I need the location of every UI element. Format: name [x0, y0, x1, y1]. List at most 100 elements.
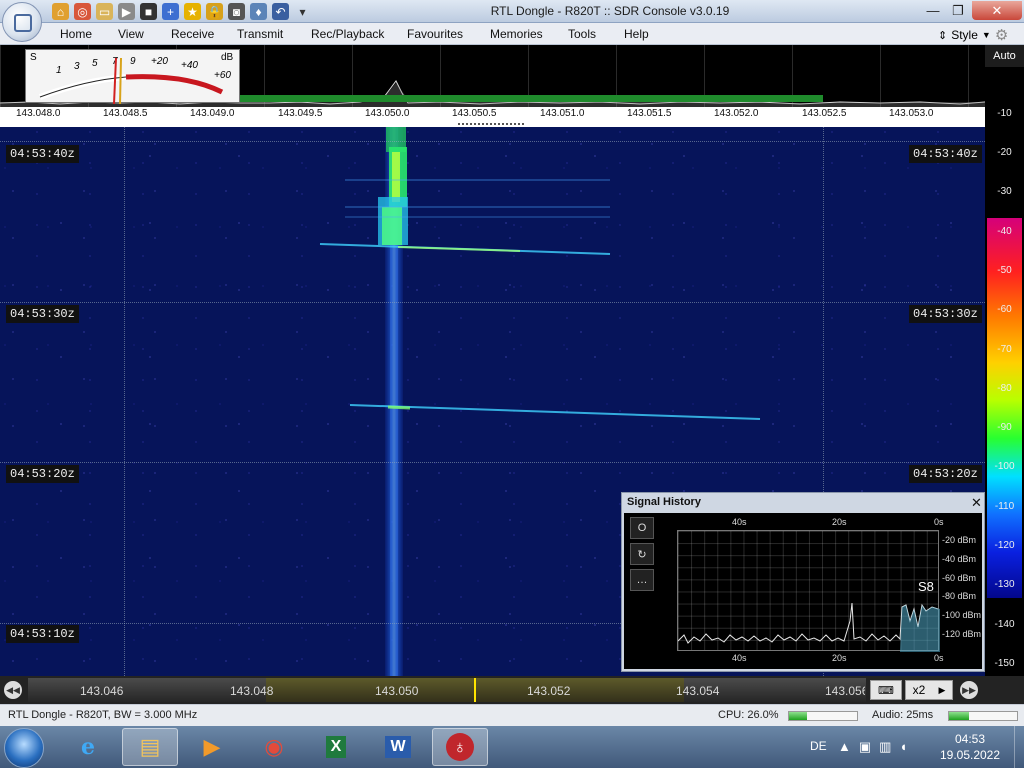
db-tick: -150: [994, 658, 1015, 669]
history-x-label-top: 20s: [832, 517, 847, 527]
device-status: RTL Dongle - R820T, BW = 3.000 MHz: [8, 709, 198, 721]
signal-history-close-icon[interactable]: ✕: [971, 495, 982, 511]
clock-date[interactable]: 19.05.2022: [930, 748, 1010, 762]
history-y-label: -60 dBm: [942, 573, 977, 583]
file-explorer-icon[interactable]: ▤: [122, 728, 178, 766]
menu-favourites[interactable]: Favourites: [407, 27, 463, 41]
signal-history-plot[interactable]: [677, 530, 940, 652]
history-x-label-bottom: 0s: [934, 653, 944, 663]
menu-home[interactable]: Home: [60, 27, 92, 41]
history-y-label: -40 dBm: [942, 554, 977, 564]
freq-tick: 143.049.5: [278, 108, 323, 119]
s-reading: S8: [918, 579, 934, 594]
keyboard-icon[interactable]: ⌨: [870, 680, 902, 700]
db-tick: -40: [997, 226, 1012, 237]
usb-device-icon[interactable]: ▣: [859, 739, 871, 755]
lifebuoy-icon[interactable]: ◎: [74, 3, 91, 20]
record-toggle-button[interactable]: O: [630, 517, 654, 539]
show-hidden-icons-icon[interactable]: ▲: [838, 739, 851, 755]
reset-button[interactable]: ↻: [630, 543, 654, 565]
status-bar: RTL Dongle - R820T, BW = 3.000 MHz CPU: …: [0, 704, 1024, 726]
db-scale[interactable]: Auto -10 -20 -30 -40 -50 -60 -70 -80 -90…: [985, 45, 1024, 676]
cpu-usage-label: CPU: 26.0%: [718, 709, 779, 721]
clock-time[interactable]: 04:53: [930, 732, 1010, 746]
add-icon[interactable]: +: [162, 3, 179, 20]
audio-meter-fill: [949, 712, 970, 720]
chrome-icon[interactable]: ◉: [246, 728, 302, 766]
cpu-meter-fill: [789, 712, 807, 720]
scroll-left-icon[interactable]: ◀◀: [4, 681, 22, 699]
system-tray: ▲ ▣ ▥ ◖: [838, 739, 907, 755]
tuning-label: 143.050: [375, 684, 419, 698]
chevron-down-icon: ▼: [981, 30, 991, 40]
folder-icon[interactable]: ▭: [96, 3, 113, 20]
close-button[interactable]: ✕: [972, 1, 1022, 20]
drop-icon[interactable]: ♦: [250, 3, 267, 20]
ribbon-menu-bar: Home View Receive Transmit Rec/Playback …: [0, 23, 1024, 45]
quick-access-toolbar: ⌂ ◎ ▭ ▶ ■ + ★ 🔒 ◙ ♦ ↶ ▾: [52, 3, 311, 20]
tuning-marker[interactable]: [474, 678, 476, 702]
menu-view[interactable]: View: [118, 27, 144, 41]
freq-tick: 143.051.5: [627, 108, 672, 119]
restore-button[interactable]: ❐: [946, 1, 970, 20]
db-tick: -70: [997, 344, 1012, 355]
favourite-star-icon[interactable]: ★: [184, 3, 201, 20]
time-label-left: 04:53:20z: [6, 465, 79, 483]
show-desktop-button[interactable]: [1014, 726, 1024, 768]
title-bar: ⌂ ◎ ▭ ▶ ■ + ★ 🔒 ◙ ♦ ↶ ▾ RTL Dongle - R82…: [0, 0, 1024, 23]
camera-icon[interactable]: ◙: [228, 3, 245, 20]
network-icon[interactable]: ▥: [879, 739, 891, 755]
internet-explorer-icon[interactable]: e: [60, 728, 116, 766]
signal-history-trace: [677, 602, 940, 652]
lock-icon[interactable]: 🔒: [206, 3, 223, 20]
word-icon[interactable]: W: [370, 728, 426, 766]
s-meter-arc: [38, 57, 224, 104]
spectrum-display[interactable]: S dB 1 3 5 7 9 +20 +40 +60: [0, 45, 985, 107]
db-auto-button[interactable]: Auto: [985, 45, 1024, 67]
menu-rec-playback[interactable]: Rec/Playback: [311, 27, 384, 41]
time-label-left: 04:53:10z: [6, 625, 79, 643]
menu-receive[interactable]: Receive: [171, 27, 214, 41]
menu-transmit[interactable]: Transmit: [237, 27, 283, 41]
menu-memories[interactable]: Memories: [490, 27, 543, 41]
db-tick: -140: [994, 619, 1015, 630]
application-menu-button[interactable]: [2, 2, 42, 42]
customize-qat-icon[interactable]: ▾: [294, 3, 311, 20]
freq-tick: 143.051.0: [540, 108, 585, 119]
start-button[interactable]: [4, 728, 44, 768]
zoom-selector[interactable]: x2 ▶: [905, 680, 953, 700]
cpu-meter: [788, 711, 858, 721]
undo-icon[interactable]: ↶: [272, 3, 289, 20]
volume-icon[interactable]: ◖: [899, 739, 907, 755]
play-icon[interactable]: ▶: [118, 3, 135, 20]
sdr-console-icon[interactable]: ♁: [432, 728, 488, 766]
stop-icon[interactable]: ■: [140, 3, 157, 20]
history-x-label-top: 40s: [732, 517, 747, 527]
time-label-right: 04:53:30z: [909, 305, 982, 323]
tuning-label: 143.054: [676, 684, 720, 698]
db-tick: -100: [994, 461, 1015, 472]
audio-latency-label: Audio: 25ms: [872, 709, 934, 721]
tuning-scale[interactable]: 143.046 143.048 143.050 143.052 143.054 …: [28, 678, 866, 702]
scroll-right-icon[interactable]: ▶▶: [960, 681, 978, 699]
signal-history-window[interactable]: Signal History ✕ O ↻ … 40s 20s 0s S8 -20…: [621, 492, 985, 672]
more-options-button[interactable]: …: [630, 569, 654, 591]
media-player-icon[interactable]: ▶: [184, 728, 240, 766]
db-tick: -30: [997, 186, 1012, 197]
style-control[interactable]: ⇕ Style ▼ ⚙: [938, 26, 1008, 44]
menu-tools[interactable]: Tools: [568, 27, 596, 41]
time-gridline: [0, 302, 985, 303]
excel-icon[interactable]: X: [308, 728, 364, 766]
db-tick: -80: [997, 383, 1012, 394]
input-language[interactable]: DE: [810, 739, 827, 753]
frequency-scale-top[interactable]: 143.048.0 143.048.5 143.049.0 143.049.5 …: [0, 107, 985, 121]
minimize-button[interactable]: —: [922, 1, 944, 20]
tuning-label: 143.048: [230, 684, 274, 698]
time-label-right: 04:53:40z: [909, 145, 982, 163]
filter-passband[interactable]: [240, 95, 823, 102]
settings-gear-icon[interactable]: ⚙: [995, 26, 1008, 44]
home-icon[interactable]: ⌂: [52, 3, 69, 20]
menu-help[interactable]: Help: [624, 27, 649, 41]
tuning-label: 143.052: [527, 684, 571, 698]
freq-tick: 143.052.5: [802, 108, 847, 119]
